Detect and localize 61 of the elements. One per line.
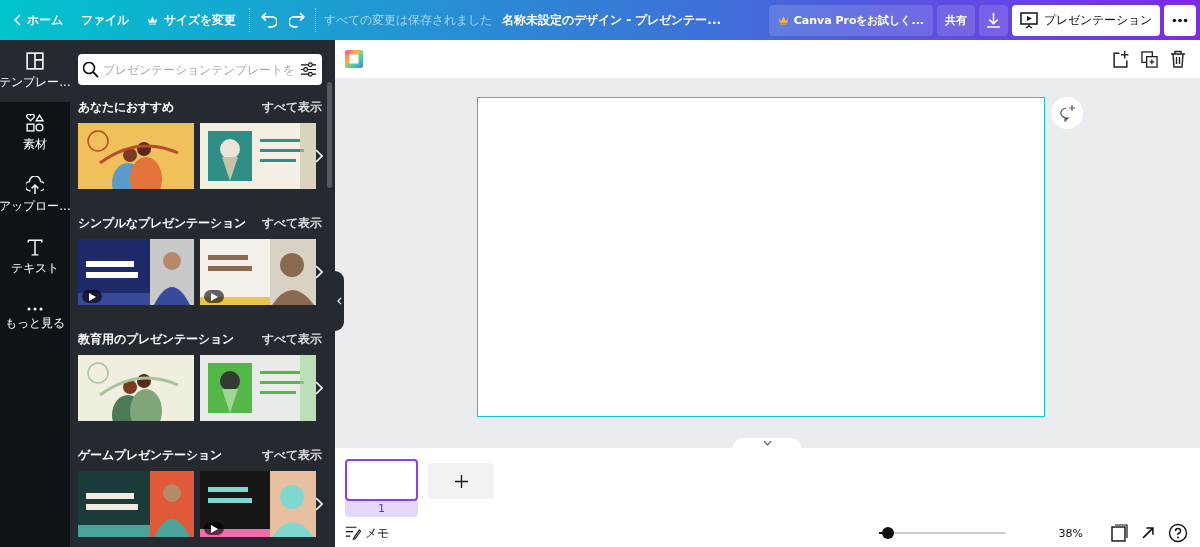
- play-button[interactable]: [204, 290, 224, 303]
- fullscreen-icon[interactable]: [1142, 527, 1154, 539]
- search-icon: [83, 61, 99, 78]
- download-icon: [986, 12, 1001, 28]
- download-button[interactable]: [979, 4, 1008, 36]
- search-field[interactable]: プレゼンテーションテンプレートを: [78, 54, 322, 85]
- undo-icon: [261, 12, 277, 28]
- comment-icon: [1058, 104, 1076, 122]
- see-all-link[interactable]: すべて表示: [262, 215, 322, 232]
- next-chevron-icon[interactable]: [315, 381, 323, 395]
- chevron-down-icon: [762, 440, 772, 446]
- redo-icon: [289, 12, 305, 28]
- trash-icon[interactable]: [1170, 50, 1186, 68]
- color-palette-icon[interactable]: [345, 50, 363, 68]
- scrollbar[interactable]: [327, 82, 332, 188]
- sidebar-tab[interactable]: テンプレー...: [0, 40, 70, 102]
- add-comment-button[interactable]: [1051, 97, 1083, 129]
- presentation-icon: [1020, 11, 1038, 29]
- more-icon: [27, 306, 43, 311]
- play-icon: [210, 292, 218, 301]
- filter-icon[interactable]: [300, 62, 317, 77]
- see-all-link[interactable]: すべて表示: [262, 447, 322, 464]
- layout-icon: [26, 51, 44, 70]
- next-chevron-icon[interactable]: [315, 149, 323, 163]
- design-title[interactable]: 名称未設定のデザイン - プレゼンテー...: [502, 11, 721, 29]
- play-icon: [210, 524, 218, 533]
- play-button[interactable]: [204, 522, 224, 535]
- zoom-percentage[interactable]: 38%: [1058, 526, 1083, 540]
- section-title: あなたにおすすめ: [78, 99, 174, 116]
- more-button[interactable]: [1164, 4, 1196, 36]
- section-title: 教育用のプレゼンテーション: [78, 331, 234, 348]
- see-all-link[interactable]: すべて表示: [262, 99, 322, 116]
- play-button[interactable]: [82, 290, 102, 303]
- share-button[interactable]: 共有: [937, 4, 975, 36]
- collapse-panel-tab[interactable]: [335, 271, 344, 331]
- zoom-slider-thumb[interactable]: [881, 527, 894, 539]
- search-input[interactable]: プレゼンテーションテンプレートを: [103, 62, 296, 77]
- notes-icon: [345, 526, 361, 540]
- section-title: ゲームプレゼンテーション: [78, 447, 222, 464]
- section-title: シンプルなプレゼンテーション: [78, 215, 246, 232]
- see-all-link[interactable]: すべて表示: [262, 331, 322, 348]
- back-chevron-icon: [14, 14, 21, 26]
- present-button[interactable]: プレゼンテーション: [1012, 4, 1160, 36]
- more-icon: [1172, 17, 1188, 23]
- plus-icon: [453, 473, 469, 489]
- page-view-icon[interactable]: [1111, 524, 1128, 542]
- notes-button[interactable]: メモ: [345, 524, 389, 542]
- duplicate-icon[interactable]: [1141, 50, 1158, 68]
- crown-icon: [777, 15, 789, 25]
- cloud-upload-icon: [26, 175, 44, 194]
- pro-trial-button[interactable]: Canva Proをお試しく...: [768, 4, 933, 36]
- chevron-left-icon: [337, 297, 342, 305]
- next-chevron-icon[interactable]: [315, 265, 323, 279]
- add-page-icon[interactable]: [1113, 50, 1129, 68]
- save-status: すべての変更は保存されました: [324, 11, 492, 29]
- help-icon[interactable]: [1168, 523, 1188, 543]
- shapes-icon: [26, 113, 44, 132]
- crown-icon: [147, 15, 158, 25]
- text-icon: [26, 237, 44, 256]
- next-chevron-icon[interactable]: [315, 497, 323, 511]
- play-icon: [88, 292, 96, 301]
